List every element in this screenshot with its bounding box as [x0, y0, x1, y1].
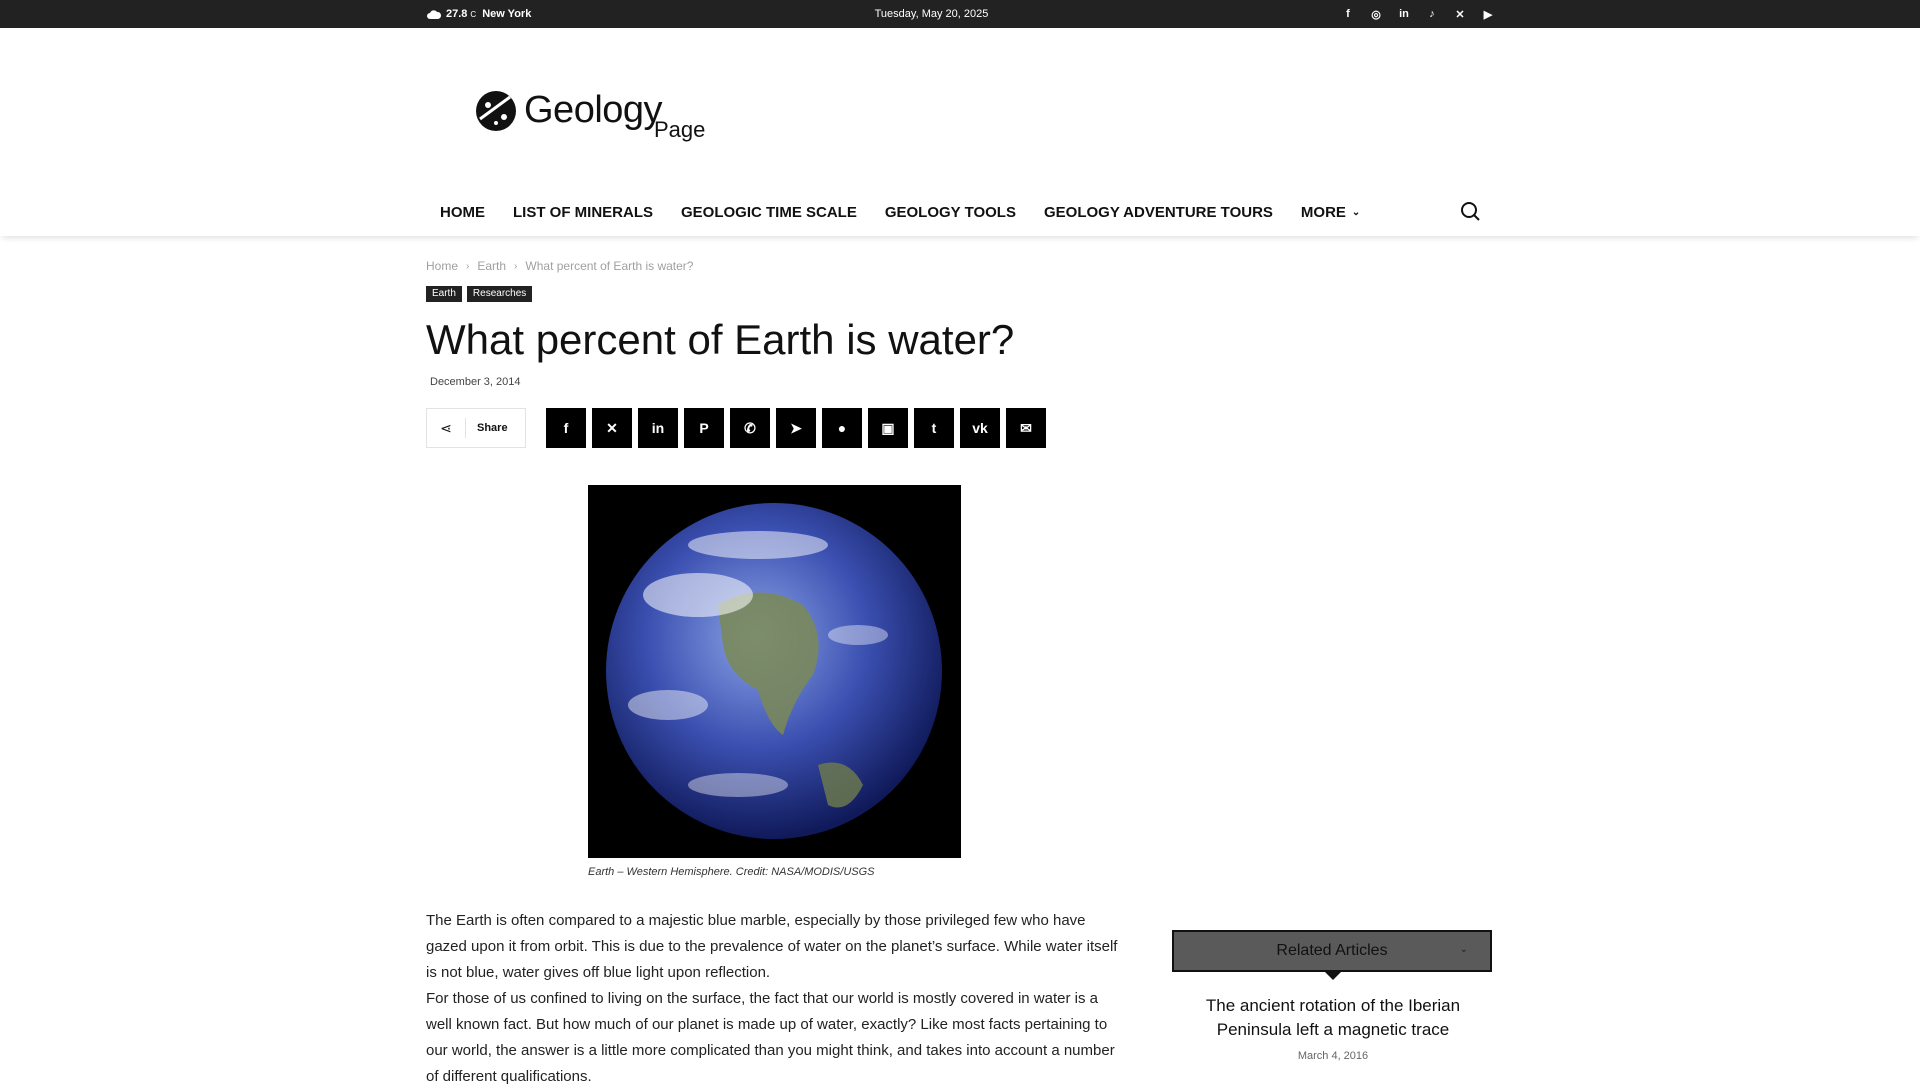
- tumblr-icon: t: [931, 420, 937, 436]
- breadcrumb: Home › Earth › What percent of Earth is …: [426, 259, 693, 273]
- current-date: Tuesday, May 20, 2025: [874, 8, 989, 20]
- reddit-icon: ●: [837, 420, 847, 436]
- share-flipboard-button[interactable]: ▣: [868, 408, 908, 448]
- main-navigation: HOME LIST OF MINERALS GEOLOGIC TIME SCAL…: [0, 188, 1920, 236]
- image-caption: Earth – Western Hemisphere. Credit: NASA…: [588, 866, 875, 878]
- email-icon: ✉: [1020, 419, 1032, 436]
- related-articles-header[interactable]: Related Articles ⌄: [1172, 930, 1492, 972]
- share-whatsapp-button[interactable]: ✆: [730, 408, 770, 448]
- flipboard-icon: ▣: [881, 419, 895, 436]
- top-bar: 27.8 C New York Tuesday, May 20, 2025 f …: [0, 0, 1920, 28]
- tag-researches[interactable]: Researches: [466, 286, 533, 302]
- breadcrumb-home[interactable]: Home: [426, 259, 458, 273]
- nav-item-geologic-time-scale[interactable]: GEOLOGIC TIME SCALE: [667, 204, 871, 221]
- related-articles-widget: Related Articles ⌄ The ancient rotation …: [1172, 930, 1494, 1062]
- facebook-icon: f: [563, 420, 569, 436]
- x-icon: ✕: [606, 419, 618, 436]
- article-title: What percent of Earth is water?: [426, 316, 1015, 363]
- telegram-icon: ➤: [790, 419, 802, 436]
- linkedin-icon: in: [651, 420, 665, 436]
- article-paragraph: The Earth is often compared to a majesti…: [426, 912, 1118, 981]
- related-article-date: March 4, 2016: [1297, 1050, 1369, 1062]
- share-linkedin-button[interactable]: in: [638, 408, 678, 448]
- nav-item-more[interactable]: MORE ⌄: [1287, 204, 1374, 221]
- share-buttons: f ✕ in P ✆ ➤ ● ▣ t vk ✉: [546, 408, 1052, 448]
- nav-item-list-of-minerals[interactable]: LIST OF MINERALS: [499, 204, 667, 221]
- globe-logo-icon: [476, 91, 516, 131]
- share-pinterest-button[interactable]: P: [684, 408, 724, 448]
- share-label: Share: [477, 422, 508, 434]
- logo-text-page: Page: [654, 117, 706, 142]
- logo-text-geology: Geology: [524, 89, 663, 131]
- share-vk-button[interactable]: vk: [960, 408, 1000, 448]
- whatsapp-icon: ✆: [744, 419, 756, 436]
- breadcrumb-separator: ›: [466, 260, 470, 272]
- share-x-button[interactable]: ✕: [592, 408, 632, 448]
- pinterest-icon: P: [699, 420, 709, 436]
- youtube-icon[interactable]: ▶: [1474, 8, 1502, 21]
- linkedin-icon[interactable]: in: [1390, 8, 1418, 20]
- x-icon[interactable]: ✕: [1446, 8, 1474, 21]
- category-tags: Earth Researches: [426, 286, 537, 302]
- instagram-icon[interactable]: ◎: [1362, 8, 1390, 21]
- nav-label: HOME: [440, 203, 485, 221]
- nav-label: GEOLOGY ADVENTURE TOURS: [1043, 203, 1273, 221]
- article-paragraph: For those of us confined to living on th…: [426, 990, 1115, 1085]
- nav-item-geology-tools[interactable]: GEOLOGY TOOLS: [871, 204, 1030, 221]
- search-icon[interactable]: [1458, 199, 1484, 225]
- nav-label: MORE: [1300, 203, 1346, 221]
- article-image-earth[interactable]: [588, 485, 961, 858]
- earth-image: [588, 485, 961, 858]
- chevron-down-icon: ⌄: [1459, 944, 1468, 955]
- breadcrumb-earth[interactable]: Earth: [477, 259, 506, 273]
- share-email-button[interactable]: ✉: [1006, 408, 1046, 448]
- share-tumblr-button[interactable]: t: [914, 408, 954, 448]
- nav-label: GEOLOGIC TIME SCALE: [681, 203, 857, 221]
- share-toggle[interactable]: ⋖ Share: [426, 408, 526, 448]
- breadcrumb-separator: ›: [514, 260, 518, 272]
- header-notch: [1325, 972, 1341, 980]
- social-links: f ◎ in ♪ ✕ ▶: [1334, 0, 1502, 28]
- nav-label: LIST OF MINERALS: [513, 203, 653, 221]
- breadcrumb-current: What percent of Earth is water?: [525, 259, 694, 273]
- facebook-icon[interactable]: f: [1334, 8, 1362, 20]
- chevron-down-icon: ⌄: [1351, 206, 1361, 218]
- nav-item-geology-adventure-tours[interactable]: GEOLOGY ADVENTURE TOURS: [1030, 204, 1287, 221]
- share-facebook-button[interactable]: f: [546, 408, 586, 448]
- article-date: December 3, 2014: [430, 376, 521, 388]
- tiktok-icon[interactable]: ♪: [1418, 8, 1446, 20]
- article-body: The Earth is often compared to a majesti…: [426, 908, 1120, 1090]
- tag-earth[interactable]: Earth: [426, 286, 462, 302]
- site-logo[interactable]: Geology Page: [474, 85, 734, 149]
- nav-label: GEOLOGY TOOLS: [884, 203, 1016, 221]
- nav-item-home[interactable]: HOME: [426, 204, 499, 221]
- share-reddit-button[interactable]: ●: [822, 408, 862, 448]
- share-icon: ⋖: [440, 419, 452, 436]
- share-telegram-button[interactable]: ➤: [776, 408, 816, 448]
- vk-icon: vk: [972, 420, 988, 436]
- related-articles-heading: Related Articles: [1276, 942, 1388, 959]
- related-article-title[interactable]: The ancient rotation of the Iberian Peni…: [1172, 994, 1494, 1042]
